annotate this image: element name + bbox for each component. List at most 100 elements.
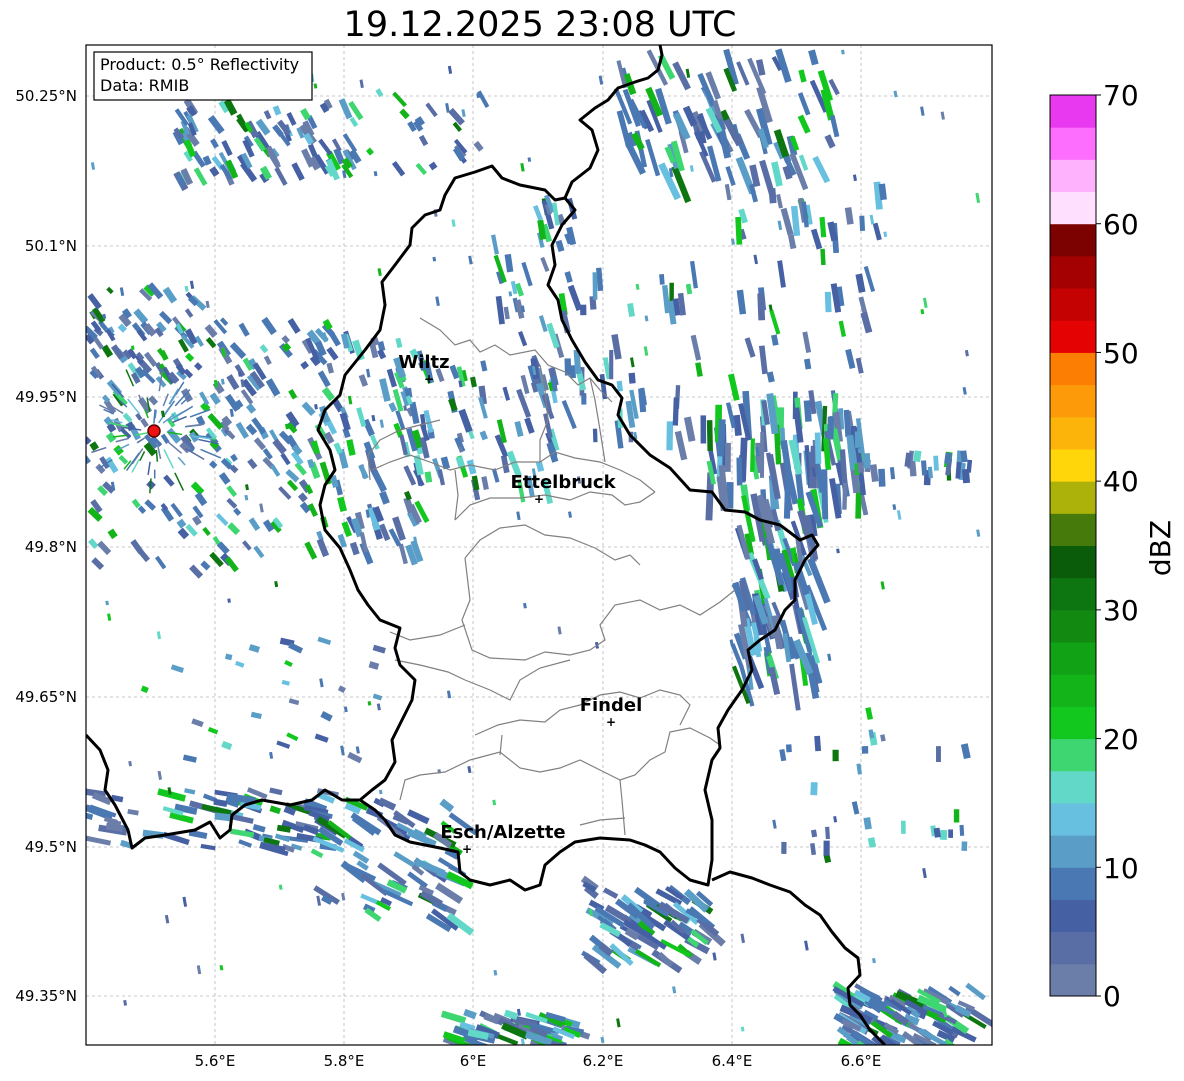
radar-echo [901,820,906,834]
radar-echo [861,746,869,754]
colorbar-tick-label: 50 [1103,337,1139,370]
colorbar-tick-label: 60 [1103,208,1139,241]
city-marker-icon: + [462,842,472,856]
lat-tick-label: 50.1°N [25,237,77,255]
colorbar-segment [1050,738,1096,772]
colorbar-segment [1050,545,1096,579]
colorbar-segment [1050,223,1096,257]
colorbar-segment [1050,255,1096,289]
colorbar-tick-label: 30 [1103,594,1139,627]
lat-tick-label: 50.25°N [15,87,77,105]
colorbar-segment [1050,674,1096,707]
colorbar-tick-label: 40 [1103,465,1139,498]
radar-echo [936,746,941,763]
lon-tick-label: 5.8°E [324,1052,365,1070]
colorbar-segment [1050,867,1096,900]
radar-echo [953,809,960,823]
radar-echo [820,248,826,266]
radar-echo [827,416,834,439]
radar-echo [706,420,713,452]
radar-echo [832,749,839,762]
colorbar-segment [1050,352,1096,386]
radar-echo [785,744,792,753]
colorbar-segment [1050,609,1096,643]
radar-echo [672,397,679,426]
city-label: Findel [580,695,643,716]
radar-echo [933,455,939,471]
product-label: Product: 0.5° Reflectivity [100,55,299,74]
colorbar-tick-label: 10 [1103,852,1139,885]
radar-echo [823,840,830,856]
radar-echo [700,415,707,444]
radar-echo [933,827,941,838]
radar-echo [939,829,948,840]
radar-echo [863,453,871,469]
radar-echo [842,482,848,510]
lon-tick-label: 6.4°E [712,1052,753,1070]
radar-echo [759,431,765,478]
lon-tick-label: 6.6°E [841,1052,882,1070]
colorbar-segment [1050,835,1096,868]
lat-tick-label: 49.65°N [15,688,77,706]
city-label: Ettelbruck [510,472,616,493]
colorbar-segment [1050,642,1096,675]
latitude-ticks: 50.25°N 50.1°N 49.95°N 49.8°N 49.65°N 49… [15,87,77,1005]
colorbar-segment [1050,481,1096,514]
colorbar-segments [1050,95,1096,997]
colorbar-tick-marks [1096,94,1101,997]
colorbar-unit-label: dBZ [1144,520,1177,576]
data-source-label: Data: RMIB [100,76,189,95]
lon-tick-label: 6.2°E [583,1052,624,1070]
radar-echo [810,782,818,796]
radar-echo [768,188,777,204]
radar-echo [592,428,598,443]
radar-echo [824,291,832,313]
radar-echo [750,438,755,472]
colorbar-segment [1050,448,1096,482]
radar-echo [153,469,156,479]
colorbar-segment [1050,288,1096,321]
colorbar-segment [1050,963,1096,997]
colorbar-segment [1050,159,1096,193]
radar-echo [857,462,865,473]
lon-tick-label: 6°E [460,1052,487,1070]
radar-echo [659,273,665,285]
radar-echo [961,841,968,852]
radar-echo [724,442,731,472]
radar-echo [814,432,822,464]
colorbar-segment [1050,416,1096,450]
radar-echo [781,841,787,854]
colorbar-segment [1050,513,1096,546]
longitude-ticks: 5.6°E 5.8°E 6°E 6.2°E 6.4°E 6.6°E [195,1052,882,1070]
lat-tick-label: 49.95°N [15,388,77,406]
city-marker-icon: + [424,372,434,386]
radar-echo [948,829,954,838]
colorbar-segment [1050,191,1096,225]
radar-echo [814,735,822,752]
radar-echo [736,457,743,486]
colorbar-segment [1050,802,1096,836]
colorbar-segment [1050,770,1096,804]
radar-echo [878,468,886,487]
colorbar-segment [1050,320,1096,353]
city-label: Esch/Alzette [440,822,565,843]
lon-tick-label: 5.6°E [195,1052,236,1070]
lat-tick-label: 49.8°N [25,538,77,556]
colorbar-tick-label: 20 [1103,723,1139,756]
city-marker-icon: + [534,492,544,506]
colorbar-segment [1050,899,1096,933]
colorbar-tick-label: 0 [1103,980,1121,1013]
radar-echo [580,304,587,316]
radar-echo [628,372,636,384]
radar-echo [913,450,922,463]
city-label: Wiltz [398,352,449,373]
radar-echo [825,826,831,840]
lat-tick-label: 49.5°N [25,838,77,856]
city-marker-icon: + [606,715,616,729]
radar-echo [757,293,766,321]
colorbar-segment [1050,931,1096,965]
radar-echo [859,215,866,231]
colorbar-segment [1050,577,1096,611]
radar-echo [959,824,965,836]
info-box: Product: 0.5° Reflectivity Data: RMIB [93,51,313,101]
